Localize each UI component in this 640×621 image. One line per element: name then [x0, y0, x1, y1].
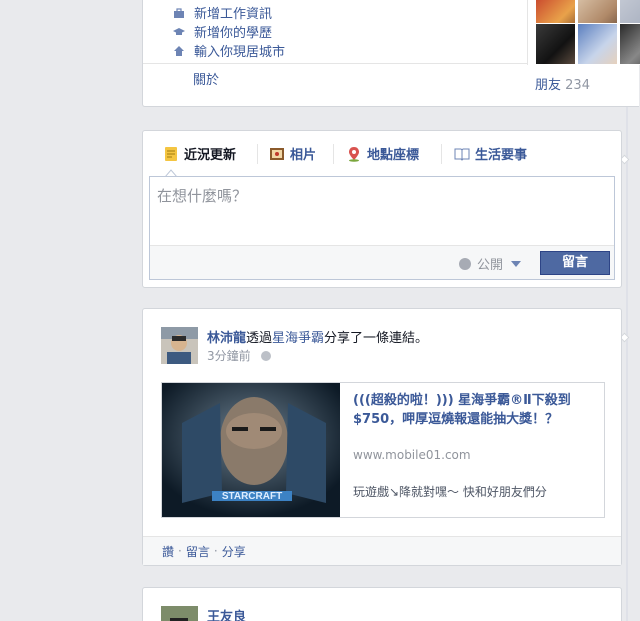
- tab-status-label: 近況更新: [184, 148, 237, 163]
- privacy-label: 公開: [477, 258, 504, 273]
- story-author[interactable]: 林沛龍: [207, 331, 246, 346]
- share-link[interactable]: 分享: [222, 543, 246, 560]
- add-city-label: 輸入你現居城市: [194, 45, 286, 60]
- link-title[interactable]: (((超殺的啦！))) 星海爭霸®Ⅱ下殺到$750，呷厚逗燒報還能抽大獎！？: [353, 391, 598, 429]
- about-card: 新增工作資訊 新增你的學歷 輸入你現居城市 關於 朋友 234: [142, 0, 640, 107]
- add-city-link[interactable]: 輸入你現居城市: [173, 41, 285, 60]
- story-header: 林沛龍透過星海爭霸分享了一條連結。: [207, 327, 428, 346]
- tab-place[interactable]: 地點座標: [346, 131, 419, 176]
- story-actions: 讚 · 留言 · 分享: [143, 536, 621, 565]
- story-timestamp[interactable]: 3分鐘前: [207, 347, 251, 364]
- story-action: 分享了一條連結。: [324, 331, 429, 346]
- friends-count-link[interactable]: 朋友 234: [535, 74, 590, 93]
- composer-bar: 公開 留言: [150, 245, 614, 279]
- feed-story: 林沛龍透過星海爭霸分享了一條連結。 3分鐘前 STARCRAFT (((超殺的啦…: [142, 308, 622, 566]
- friend-photo[interactable]: [619, 23, 640, 65]
- tab-photo[interactable]: 相片: [269, 131, 316, 176]
- about-links: 新增工作資訊 新增你的學歷 輸入你現居城市: [173, 3, 285, 60]
- composer-tabs: 近況更新 相片 地點座標 生活要事: [143, 131, 621, 176]
- status-input[interactable]: 在想什麼嗎？: [157, 185, 247, 206]
- svg-text:STARCRAFT: STARCRAFT: [222, 491, 282, 502]
- briefcase-icon: [173, 7, 185, 19]
- about-footer-border: [143, 63, 527, 64]
- status-icon: [163, 146, 179, 162]
- composer-box: 在想什麼嗎？ 公開 留言: [149, 176, 615, 280]
- house-icon: [173, 45, 185, 57]
- link-url: www.mobile01.com: [353, 448, 471, 462]
- friends-count: 234: [565, 78, 590, 93]
- story-timestamp-row: 3分鐘前: [207, 347, 277, 364]
- composer: 近況更新 相片 地點座標 生活要事 在想什麼嗎？ 公開 留言: [142, 130, 622, 288]
- story-source[interactable]: 星海爭霸: [272, 331, 324, 346]
- about-divider: [527, 0, 528, 65]
- tab-life-event-label: 生活要事: [475, 148, 528, 163]
- add-education-label: 新增你的學歷: [194, 26, 273, 41]
- avatar[interactable]: [161, 606, 198, 621]
- add-education-link[interactable]: 新增你的學歷: [173, 22, 285, 41]
- globe-icon: [459, 257, 471, 270]
- action-separator: ·: [213, 544, 218, 558]
- photo-icon: [269, 146, 285, 162]
- story-author[interactable]: 王友良: [207, 606, 246, 621]
- avatar[interactable]: [161, 327, 198, 364]
- tab-photo-label: 相片: [290, 148, 317, 163]
- life-event-icon: [454, 146, 470, 162]
- friends-label: 朋友: [535, 78, 562, 93]
- tab-separator: [257, 144, 258, 164]
- friend-photo[interactable]: [535, 23, 576, 65]
- tab-place-label: 地點座標: [367, 148, 420, 163]
- tab-separator: [333, 144, 334, 164]
- tab-life-event[interactable]: 生活要事: [454, 131, 527, 176]
- friends-photo-grid: [535, 0, 640, 66]
- about-link[interactable]: 關於: [193, 69, 219, 88]
- friend-photo[interactable]: [577, 23, 618, 65]
- graduation-cap-icon: [173, 26, 185, 38]
- action-separator: ·: [178, 544, 182, 558]
- map-pin-icon: [346, 146, 362, 162]
- link-preview[interactable]: STARCRAFT (((超殺的啦！))) 星海爭霸®Ⅱ下殺到$750，呷厚逗燒…: [161, 382, 605, 518]
- comment-link[interactable]: 留言: [186, 543, 210, 560]
- like-link[interactable]: 讚: [162, 543, 174, 560]
- globe-icon: [260, 350, 271, 361]
- feed-story: 王友良: [142, 587, 622, 621]
- story-via: 透過: [246, 331, 273, 346]
- tab-separator: [441, 144, 442, 164]
- link-description: 玩遊戲↘降就對嘿～ 快和好朋友們分: [353, 485, 547, 499]
- add-work-label: 新增工作資訊: [194, 7, 273, 22]
- add-work-link[interactable]: 新增工作資訊: [173, 3, 285, 22]
- privacy-selector[interactable]: 公開: [459, 254, 522, 273]
- chevron-down-icon: [511, 260, 522, 267]
- link-thumbnail[interactable]: STARCRAFT: [162, 383, 340, 517]
- post-button[interactable]: 留言: [540, 251, 610, 275]
